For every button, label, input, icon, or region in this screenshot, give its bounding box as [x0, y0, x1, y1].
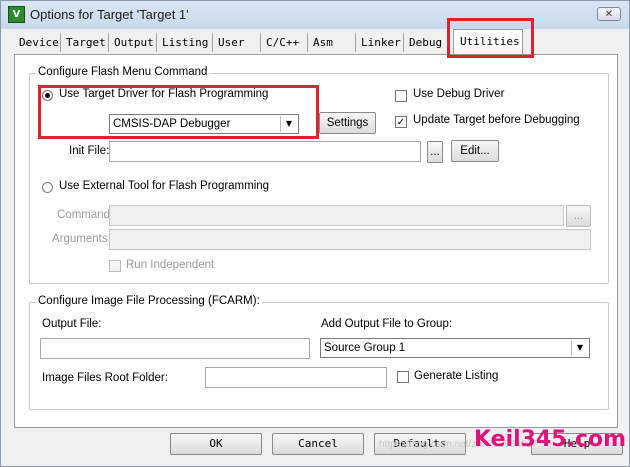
init-file-label: Init File: [69, 145, 110, 157]
close-icon[interactable]: ✕ [597, 7, 621, 21]
use-debug-driver-label: Use Debug Driver [413, 88, 505, 100]
tab-device[interactable]: Device [14, 33, 61, 52]
chevron-down-icon[interactable]: ▼ [571, 340, 588, 356]
settings-button[interactable]: Settings [319, 112, 376, 134]
command-input[interactable] [109, 205, 564, 226]
tab-target[interactable]: Target [61, 33, 109, 52]
run-independent-checkbox[interactable] [109, 260, 121, 272]
tab-output[interactable]: Output [109, 33, 157, 52]
command-browse-button[interactable]: ... [566, 205, 591, 227]
root-folder-input[interactable] [205, 367, 387, 388]
dialog-title: Options for Target 'Target 1' [30, 7, 189, 22]
generate-listing-label: Generate Listing [414, 370, 499, 382]
options-dialog: V Options for Target 'Target 1' ✕ Device… [0, 0, 630, 467]
image-file-group: Configure Image File Processing (FCARM):… [29, 295, 609, 410]
init-file-browse-button[interactable]: ... [427, 141, 443, 163]
cancel-button[interactable]: Cancel [272, 433, 364, 455]
arguments-label: Arguments: [52, 233, 111, 245]
tab-c-cpp[interactable]: C/C++ [261, 33, 308, 52]
tab-user[interactable]: User [213, 33, 261, 52]
arguments-input[interactable] [109, 229, 591, 250]
edit-button[interactable]: Edit... [451, 140, 499, 162]
tab-asm[interactable]: Asm [308, 33, 356, 52]
init-file-input[interactable] [109, 141, 421, 162]
tab-linker[interactable]: Linker [356, 33, 404, 52]
output-group-value: Source Group 1 [324, 342, 406, 354]
update-target-label: Update Target before Debugging [413, 114, 580, 126]
add-output-group-label: Add Output File to Group: [321, 318, 453, 330]
tab-debug[interactable]: Debug [404, 33, 452, 52]
generate-listing-checkbox[interactable] [397, 371, 409, 383]
update-target-checkbox[interactable]: ✓ [395, 116, 407, 128]
keil345-watermark: Keil345.com [474, 427, 627, 452]
utilities-tab-highlight [447, 18, 534, 58]
output-group-select[interactable]: Source Group 1 ▼ [320, 338, 590, 358]
root-folder-label: Image Files Root Folder: [42, 372, 168, 384]
flash-group-title: Configure Flash Menu Command [36, 66, 210, 78]
keil-uv-icon: V [8, 6, 25, 23]
use-debug-driver-checkbox[interactable] [395, 90, 407, 102]
image-group-title: Configure Image File Processing (FCARM): [36, 295, 262, 307]
ok-button[interactable]: OK [170, 433, 262, 455]
run-independent-label: Run Independent [126, 259, 215, 271]
output-file-input[interactable] [40, 338, 310, 359]
target-driver-highlight [38, 85, 319, 139]
tab-listing[interactable]: Listing [157, 33, 213, 52]
use-external-tool-radio[interactable] [42, 182, 53, 193]
use-external-tool-label: Use External Tool for Flash Programming [59, 180, 270, 192]
title-bar: V Options for Target 'Target 1' ✕ [1, 1, 629, 29]
output-file-label: Output File: [42, 318, 102, 330]
command-label: Command: [57, 209, 114, 221]
